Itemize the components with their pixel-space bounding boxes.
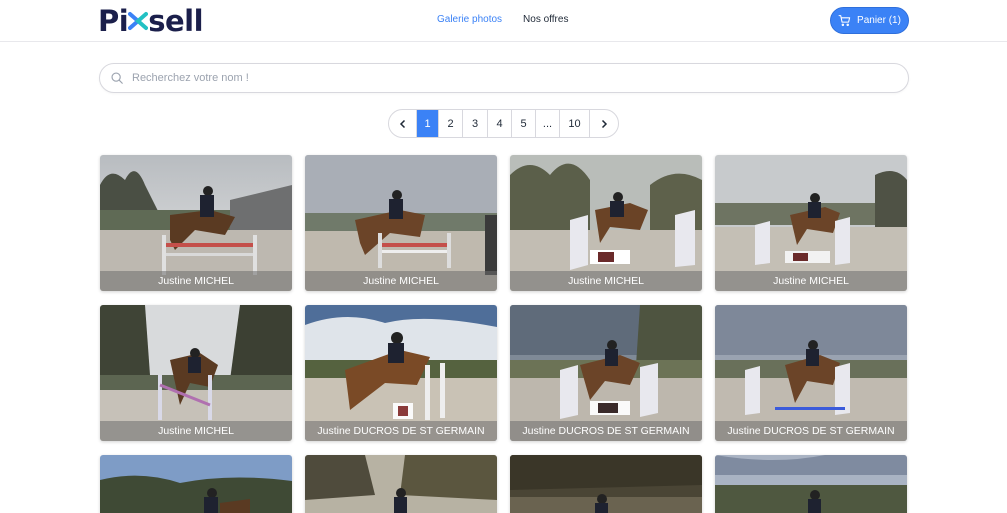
photo-card[interactable]: Justine MICHEL xyxy=(305,155,497,291)
main-nav: Galerie photos Nos offres xyxy=(437,14,568,25)
pagination-next-button[interactable] xyxy=(590,110,618,137)
logo-text-right: sell xyxy=(148,4,204,38)
horse-jump-photo xyxy=(510,455,702,513)
pixsell-logo[interactable]: Pi sell xyxy=(98,4,204,38)
photo-card[interactable]: Justine MICHEL xyxy=(100,305,292,441)
logo-x-icon xyxy=(128,10,149,32)
top-header: Pi sell Galerie photos Nos offres Panier… xyxy=(0,0,1007,42)
horse-jump-photo xyxy=(100,455,292,513)
page-ellipsis: ... xyxy=(536,110,560,137)
photo-caption: Justine MICHEL xyxy=(715,271,907,291)
photo-caption: Justine MICHEL xyxy=(100,421,292,441)
photo-caption: Justine DUCROS DE ST GERMAIN xyxy=(510,421,702,441)
photo-card[interactable]: Justine MICHEL xyxy=(510,155,702,291)
cart-button[interactable]: Panier (1) xyxy=(830,7,909,34)
cart-icon xyxy=(838,15,851,27)
pagination: 1 2 3 4 5 ... 10 xyxy=(388,109,619,138)
photo-card[interactable]: Justine MICHEL xyxy=(100,155,292,291)
horse-jump-photo xyxy=(305,455,497,513)
photo-card[interactable]: Justine MICHEL xyxy=(715,155,907,291)
chevron-right-icon xyxy=(601,119,608,128)
photo-card[interactable]: Justine DUCROS DE ST GERMAIN xyxy=(305,305,497,441)
page-10-button[interactable]: 10 xyxy=(560,110,590,137)
search-icon xyxy=(111,72,123,84)
page-2-button[interactable]: 2 xyxy=(439,110,463,137)
photo-card[interactable] xyxy=(100,455,292,513)
photo-caption: Justine DUCROS DE ST GERMAIN xyxy=(305,421,497,441)
page-3-button[interactable]: 3 xyxy=(463,110,488,137)
page-4-button[interactable]: 4 xyxy=(488,110,512,137)
pagination-prev-button[interactable] xyxy=(389,110,417,137)
photo-caption: Justine MICHEL xyxy=(100,271,292,291)
photo-card[interactable] xyxy=(715,455,907,513)
photo-caption: Justine MICHEL xyxy=(305,271,497,291)
photo-card[interactable] xyxy=(510,455,702,513)
nav-galerie-photos[interactable]: Galerie photos xyxy=(437,14,502,25)
photo-card[interactable]: Justine DUCROS DE ST GERMAIN xyxy=(510,305,702,441)
page-5-button[interactable]: 5 xyxy=(512,110,536,137)
search-bar[interactable] xyxy=(99,63,909,93)
page-1-button[interactable]: 1 xyxy=(417,110,439,137)
photo-caption: Justine MICHEL xyxy=(510,271,702,291)
logo-text-left: Pi xyxy=(98,4,129,38)
search-input[interactable] xyxy=(132,72,872,84)
horse-jump-photo xyxy=(715,455,907,513)
photo-card[interactable]: Justine DUCROS DE ST GERMAIN xyxy=(715,305,907,441)
photo-card[interactable] xyxy=(305,455,497,513)
photo-caption: Justine DUCROS DE ST GERMAIN xyxy=(715,421,907,441)
chevron-left-icon xyxy=(399,119,405,128)
nav-nos-offres[interactable]: Nos offres xyxy=(523,14,568,25)
cart-label: Panier (1) xyxy=(857,15,901,26)
